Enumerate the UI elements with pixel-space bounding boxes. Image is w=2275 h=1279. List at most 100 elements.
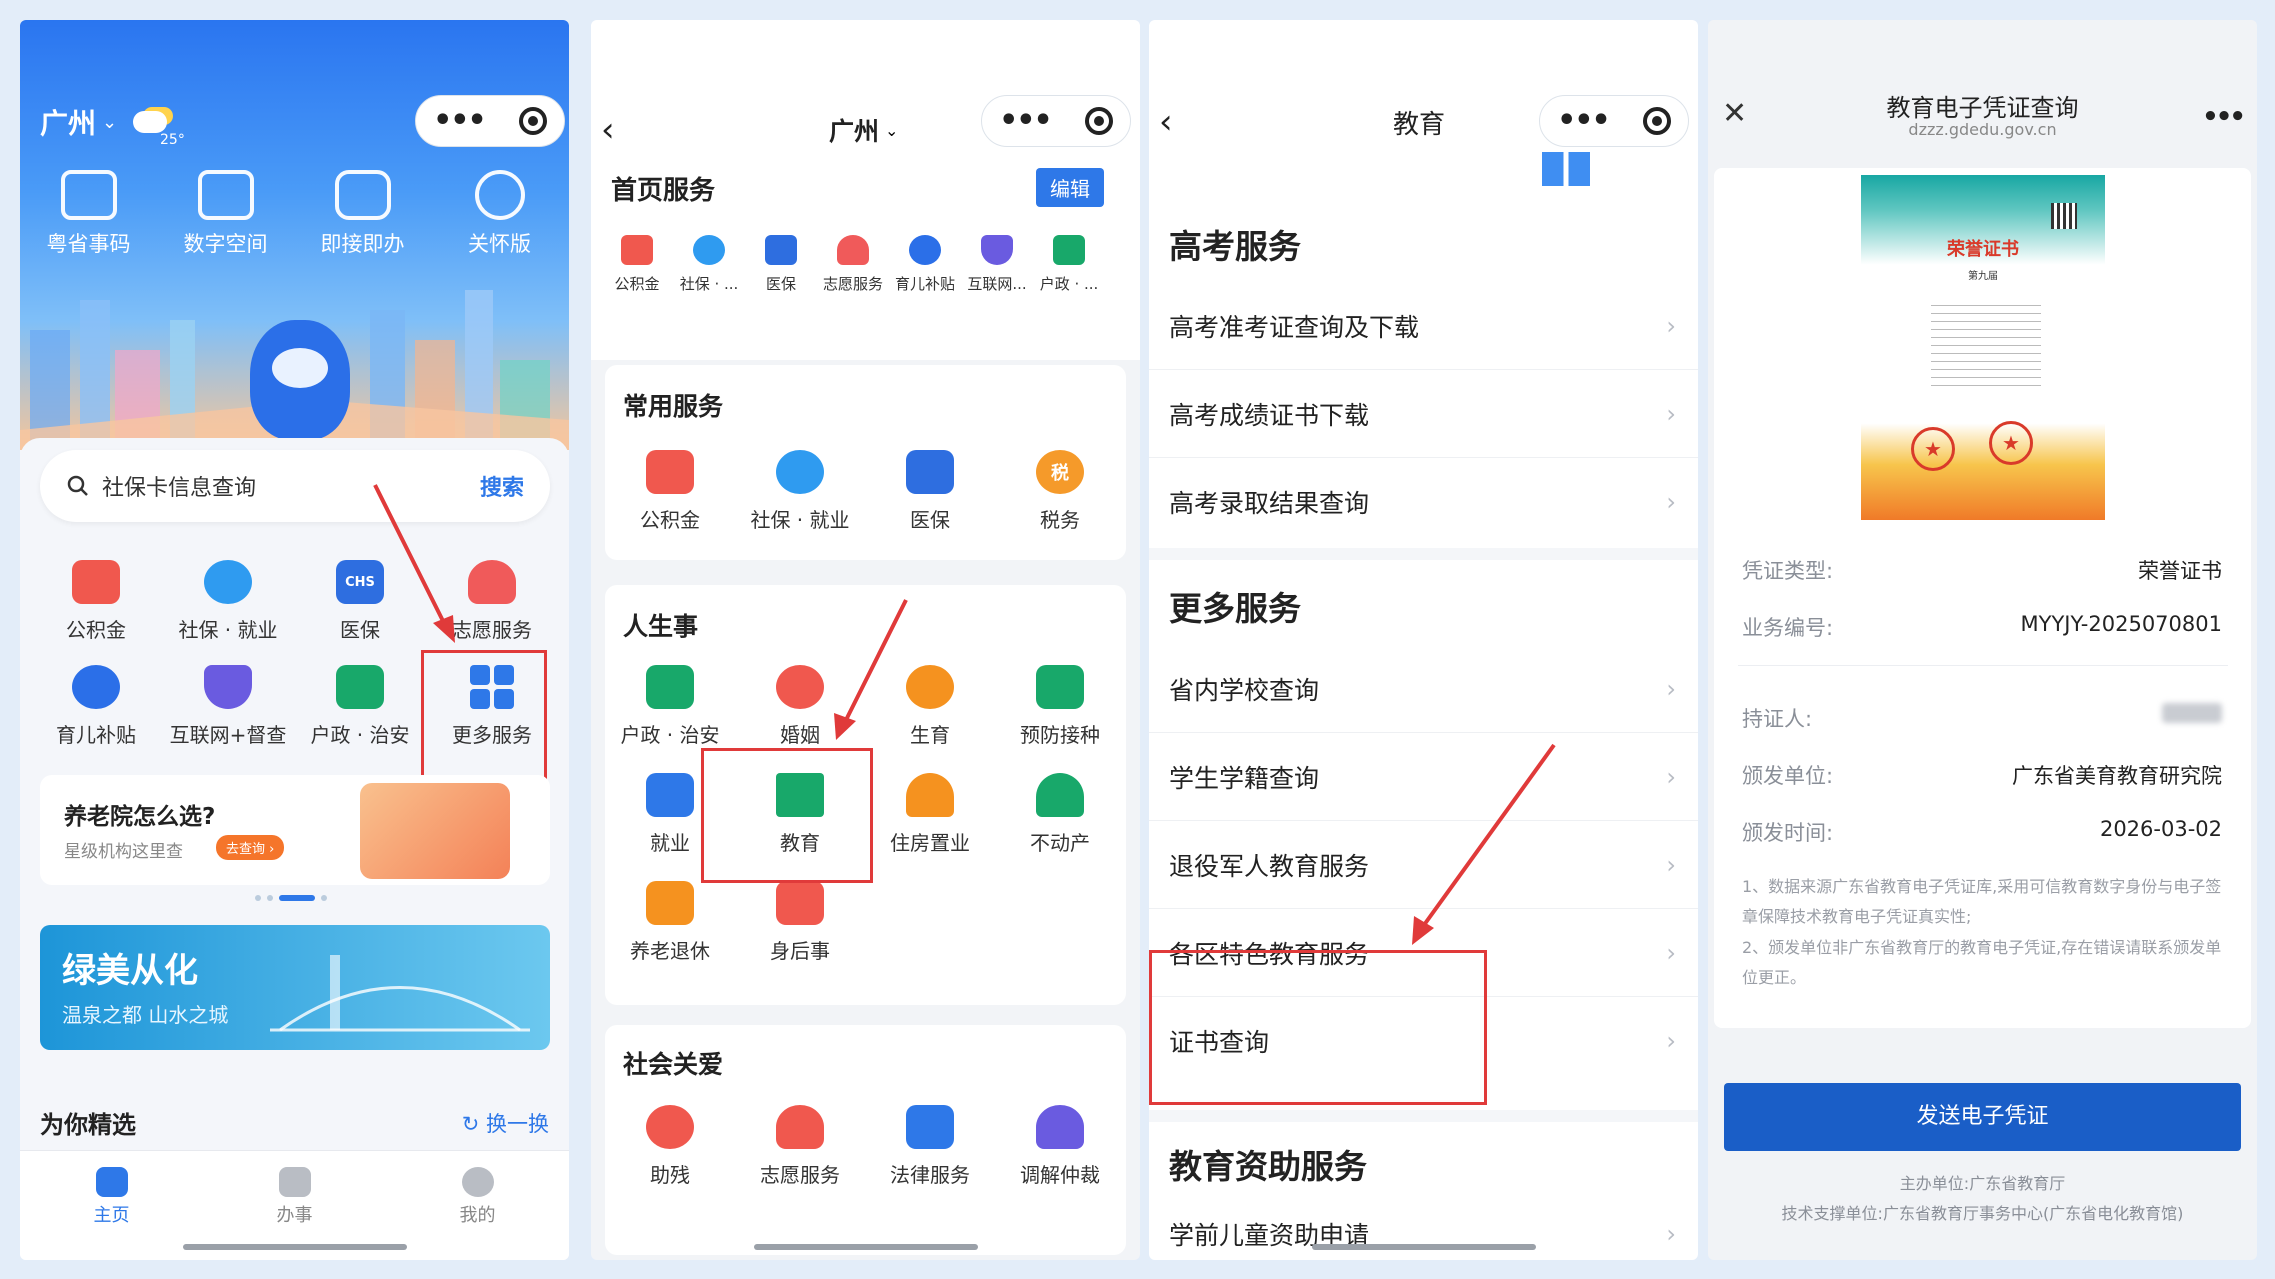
life-item[interactable]: 生育	[865, 665, 995, 773]
care-item[interactable]: 调解仲裁	[995, 1105, 1125, 1188]
more-icon[interactable]: •••	[999, 106, 1053, 136]
life-item[interactable]: 身后事	[735, 881, 865, 989]
chevron-right-icon: ›	[1666, 762, 1676, 791]
home-service-item[interactable]: 公积金	[601, 235, 673, 294]
service-label: 医保	[910, 508, 950, 532]
volunteer-icon	[468, 560, 516, 604]
home-service-item[interactable]: 医保	[745, 235, 817, 294]
student-status-query[interactable]: 学生学籍查询 ›	[1149, 733, 1698, 821]
edit-button[interactable]: 编辑	[1036, 168, 1104, 207]
common-service-item[interactable]: 税税务	[995, 450, 1125, 533]
services-screen: ‹ 广州 ⌄ ••• 首页服务 编辑 公积金 社保 · ... 医保 志愿服务 育…	[591, 20, 1140, 1260]
home-indicator	[182, 1244, 407, 1250]
service-label: 调解仲裁	[1020, 1163, 1100, 1187]
life-item[interactable]: 不动产	[995, 773, 1125, 881]
back-icon[interactable]: ‹	[1159, 102, 1173, 142]
service-house-fund[interactable]: 公积金	[30, 560, 162, 665]
tab-profile[interactable]: 我的	[386, 1167, 569, 1260]
quick-yss-code[interactable]: 粤省事码	[20, 170, 157, 258]
qr-code-icon	[60, 170, 117, 220]
search-button[interactable]: 搜索	[480, 470, 524, 502]
briefcase-icon	[646, 773, 694, 817]
veteran-education-service[interactable]: 退役军人教育服务 ›	[1149, 821, 1698, 909]
search-bar[interactable]: 社保卡信息查询 搜索	[40, 450, 550, 522]
close-target-icon[interactable]	[518, 107, 547, 135]
care-item[interactable]: 志愿服务	[735, 1105, 865, 1188]
medical-insurance-icon	[765, 235, 797, 265]
common-service-item[interactable]: 社保 · 就业	[735, 450, 865, 533]
send-credential-button[interactable]: 发送电子凭证	[1724, 1083, 2241, 1151]
tax-icon: 税	[1036, 450, 1084, 494]
field-label: 凭证类型:	[1742, 559, 1834, 583]
service-childcare-subsidy[interactable]: 育儿补贴	[30, 665, 162, 770]
quick-label: 粤省事码	[46, 232, 131, 256]
chevron-down-icon: ⌄	[102, 111, 118, 133]
service-internet-supervision[interactable]: 互联网+督查	[162, 665, 294, 770]
life-item[interactable]: 住房置业	[865, 773, 995, 881]
chat-icon	[334, 170, 391, 220]
field-label: 业务编号:	[1742, 616, 1834, 640]
city-selector[interactable]: 广州 ⌄ 25°	[40, 102, 185, 148]
promo-title: 绿美从化	[62, 951, 198, 991]
page-domain: dzzz.gdedu.gov.cn	[1908, 120, 2057, 139]
baby-icon	[906, 665, 954, 709]
more-icon[interactable]: •••	[433, 106, 487, 136]
more-icon[interactable]: •••	[2202, 102, 2246, 132]
home-indicator	[1311, 1244, 1536, 1250]
gaokao-score-certificate[interactable]: 高考成绩证书下载 ›	[1149, 370, 1698, 458]
quick-care-mode[interactable]: 关怀版	[431, 170, 568, 258]
tab-label: 办事	[276, 1205, 313, 1226]
city-selector[interactable]: 广州 ⌄	[829, 112, 898, 148]
service-social-security[interactable]: 社保 · 就业	[162, 560, 294, 665]
service-household-security[interactable]: 户政 · 治安	[294, 665, 426, 770]
home-service-item[interactable]: 志愿服务	[817, 235, 889, 294]
gaokao-section-title: 高考服务	[1169, 227, 1301, 266]
banner-title: 养老院怎么选?	[64, 804, 216, 830]
common-service-item[interactable]: 医保	[865, 450, 995, 533]
field-issuer: 颁发单位: 广东省美育教育研究院	[1742, 760, 2222, 790]
home-service-item[interactable]: 互联网...	[961, 235, 1033, 294]
tab-home[interactable]: 主页	[20, 1167, 203, 1260]
promo-banner[interactable]: 绿美从化 温泉之都 山水之城	[40, 925, 550, 1050]
care-item[interactable]: 法律服务	[865, 1105, 995, 1188]
medical-insurance-icon	[906, 450, 954, 494]
chevron-right-icon: ›	[1666, 1027, 1676, 1055]
close-target-icon[interactable]	[1642, 107, 1671, 135]
life-item[interactable]: 预防接种	[995, 665, 1125, 773]
common-service-item[interactable]: 公积金	[605, 450, 735, 533]
field-label: 持证人:	[1742, 707, 1813, 731]
home-service-item[interactable]: 户政 · ...	[1033, 235, 1105, 294]
life-item[interactable]: 养老退休	[605, 881, 735, 989]
school-query[interactable]: 省内学校查询 ›	[1149, 645, 1698, 733]
nursing-home-banner[interactable]: 养老院怎么选? 星级机构这里查 去查询 ›	[40, 775, 550, 885]
home-indicator	[753, 1244, 978, 1250]
service-label: 公积金	[614, 275, 660, 293]
refresh-button[interactable]: ↻ 换一换	[462, 1108, 549, 1138]
care-item[interactable]: 助残	[605, 1105, 735, 1188]
banner-illustration	[360, 783, 510, 879]
quick-instant-handle[interactable]: 即接即办	[294, 170, 431, 258]
row-label: 退役军人教育服务	[1169, 851, 1370, 881]
close-target-icon[interactable]	[1084, 107, 1113, 135]
chevron-right-icon: ›	[1666, 674, 1676, 703]
social-security-icon	[693, 235, 725, 265]
banner-button[interactable]: 去查询 ›	[216, 835, 285, 860]
quick-digital-space[interactable]: 数字空间	[157, 170, 294, 258]
gaokao-admission-result[interactable]: 高考录取结果查询 ›	[1149, 458, 1698, 546]
back-icon[interactable]: ‹	[601, 110, 615, 150]
service-medical-insurance[interactable]: CHS 医保	[294, 560, 426, 665]
mediator-icon	[1036, 1105, 1084, 1149]
gaokao-admission-ticket[interactable]: 高考准考证查询及下载 ›	[1149, 282, 1698, 370]
row-label: 高考准考证查询及下载	[1169, 312, 1420, 342]
medical-insurance-icon: CHS	[336, 560, 384, 604]
home-service-item[interactable]: 社保 · ...	[673, 235, 745, 294]
search-input[interactable]: 社保卡信息查询	[102, 470, 480, 502]
promo-subtitle: 温泉之都 山水之城	[62, 1003, 229, 1027]
service-label: 助残	[650, 1163, 690, 1187]
field-holder: 持证人:	[1742, 703, 2222, 733]
more-icon[interactable]: •••	[1557, 106, 1611, 136]
certificate-image[interactable]: 荣誉证书 第九届 ★ ★	[1861, 175, 2105, 520]
house-fund-icon	[646, 450, 694, 494]
home-service-item[interactable]: 育儿补贴	[889, 235, 961, 294]
chevron-right-icon: ›	[1666, 488, 1676, 516]
